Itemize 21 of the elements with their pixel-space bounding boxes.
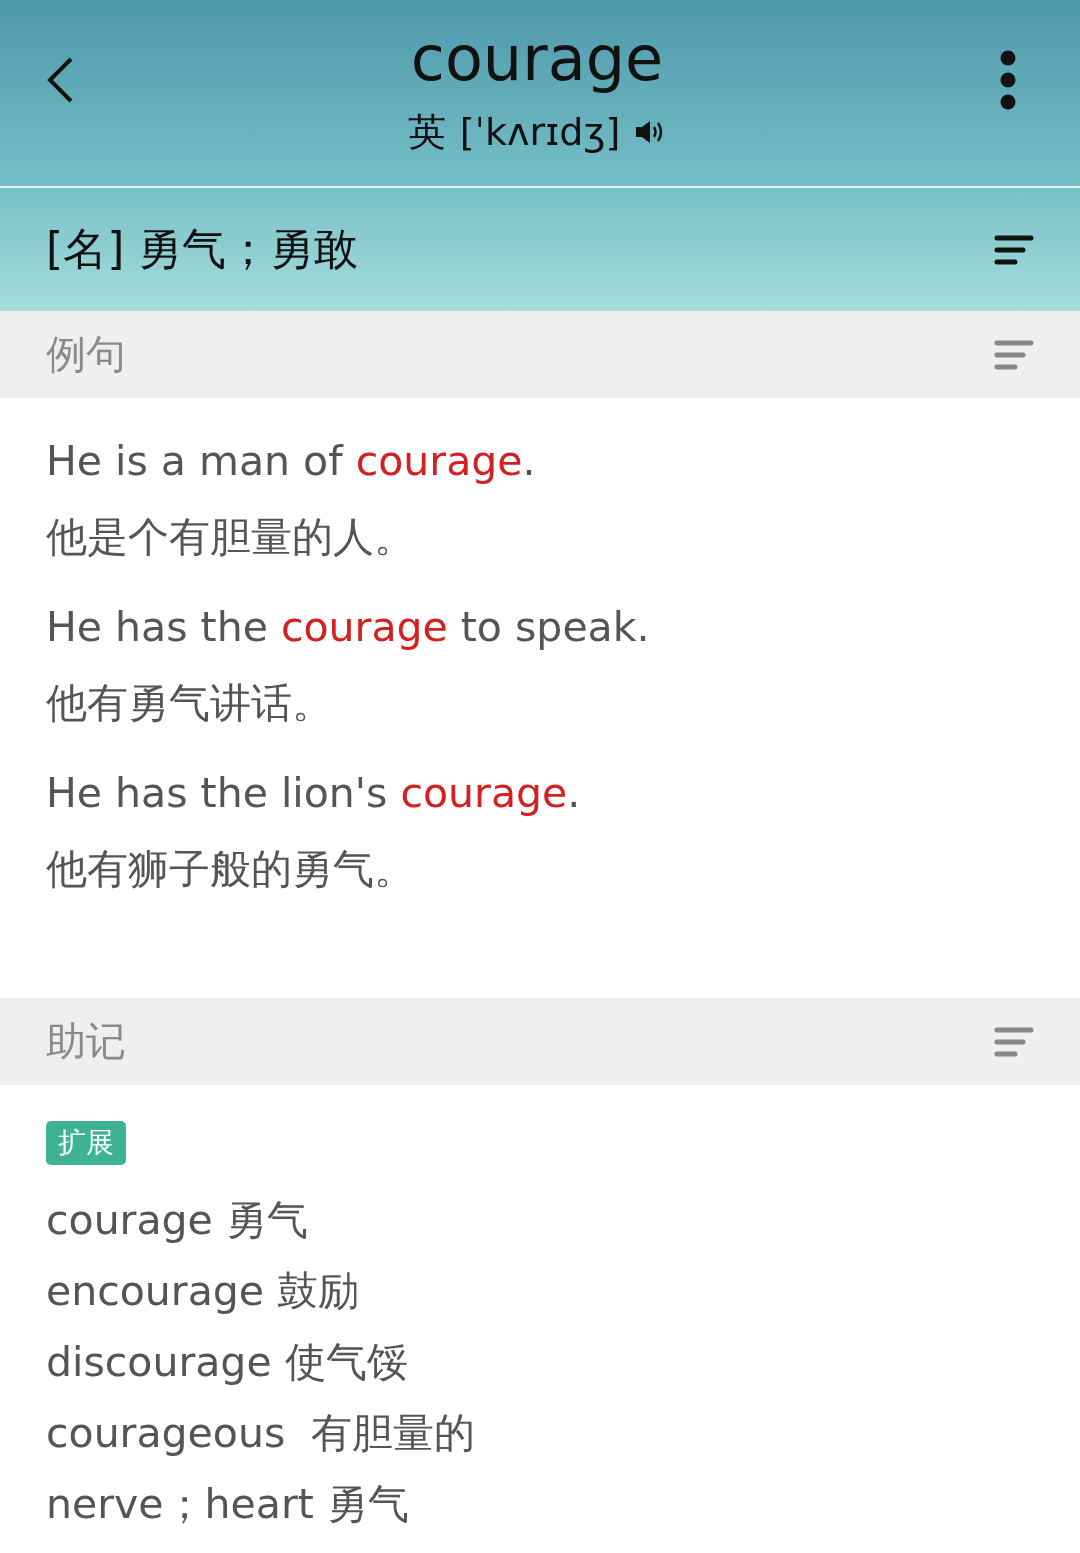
example-sentence: He has the courage to speak. <box>46 602 651 652</box>
mnemonic-line: encourage 鼓励 <box>46 1266 360 1317</box>
section-title: 助记 <box>46 1017 126 1066</box>
menu-icon[interactable] <box>994 234 1034 265</box>
section-title: 例句 <box>46 330 126 379</box>
example-translation: 他是个有胆量的人。 <box>46 512 416 562</box>
word-title: courage <box>410 20 664 97</box>
mnemonic-line: courageous 有胆量的 <box>46 1408 476 1459</box>
mnemonic-line: nerve；heart 勇气 <box>46 1479 409 1530</box>
back-icon[interactable] <box>45 56 75 104</box>
more-icon[interactable] <box>999 49 1017 111</box>
example-sentence: He has the lion's courage. <box>46 768 582 818</box>
tag-badge: 扩展 <box>46 1121 126 1165</box>
example-translation: 他有勇气讲话。 <box>46 678 334 728</box>
definition-text: [名] 勇气；勇敢 <box>46 222 359 276</box>
example-sentence: He is a man of courage. <box>46 436 537 486</box>
phonetic-text: [ˈkʌrɪdʒ] <box>459 110 621 154</box>
mnemonic-line: courage 勇气 <box>46 1195 308 1246</box>
accent-label: 英 <box>407 108 446 156</box>
mnemonic-line: discourage 使气馁 <box>46 1337 408 1388</box>
example-translation: 他有狮子般的勇气。 <box>46 844 416 894</box>
